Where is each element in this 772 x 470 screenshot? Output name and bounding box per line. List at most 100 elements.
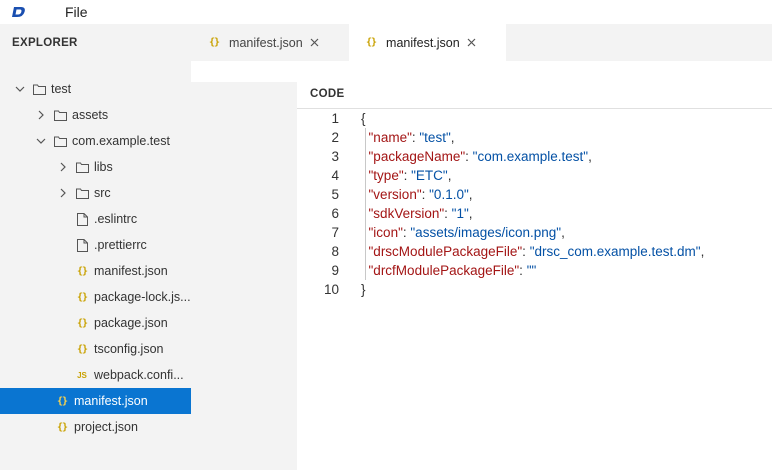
code-line: "version": "0.1.0",: [361, 185, 704, 204]
chevron-right-icon: [35, 109, 47, 121]
tree-file-webpack-config[interactable]: JS webpack.confi...: [0, 362, 191, 388]
tree-item-label: com.example.test: [72, 134, 170, 148]
json-punctuation: ,: [450, 130, 455, 145]
tab-label: manifest.json: [386, 35, 460, 50]
folder-icon: [32, 82, 46, 96]
tab-manifest-json-2[interactable]: {} manifest.json: [349, 24, 506, 61]
json-file-icon: {}: [76, 317, 88, 329]
editor-tab-bar: {} manifest.json {} manifest.json: [191, 24, 772, 61]
json-punctuation: [361, 206, 369, 221]
code-line: "packageName": "com.example.test",: [361, 147, 704, 166]
json-value: "com.example.test": [472, 149, 589, 164]
code-line: {: [361, 109, 704, 128]
tree-item-label: package.json: [94, 316, 168, 330]
explorer-title: EXPLORER: [12, 37, 78, 49]
chevron-down-icon: [14, 83, 26, 95]
tree-folder-src[interactable]: src: [0, 180, 191, 206]
code-line: "icon": "assets/images/icon.png",: [361, 223, 704, 242]
tree-file-package-json[interactable]: {} package.json: [0, 310, 191, 336]
folder-icon: [75, 186, 89, 200]
code-line: "name": "test",: [361, 128, 704, 147]
close-icon[interactable]: [309, 37, 321, 49]
json-key: "drscModulePackageFile": [368, 244, 523, 259]
tree-file-manifest-json-root[interactable]: {} manifest.json: [0, 388, 191, 414]
tree-file-project-json[interactable]: {} project.json: [0, 414, 191, 440]
chevron-down-icon: [35, 135, 47, 147]
json-key: "sdkVersion": [368, 206, 445, 221]
json-punctuation: }: [361, 282, 366, 297]
code-line: "drscModulePackageFile": "drsc_com.examp…: [361, 242, 705, 261]
json-file-icon: {}: [76, 265, 88, 277]
tree-item-label: test: [51, 82, 72, 96]
json-punctuation: ,: [447, 168, 452, 183]
line-number: 1: [331, 111, 339, 126]
json-punctuation: :: [519, 263, 527, 278]
json-key: "packageName": [368, 149, 466, 164]
json-value: "1": [451, 206, 469, 221]
json-file-icon: {}: [366, 37, 377, 48]
code-line: "drcfModulePackageFile": "": [361, 261, 704, 280]
folder-icon: [53, 108, 67, 122]
menu-bar: File: [0, 0, 772, 24]
file-menu[interactable]: File: [61, 4, 92, 20]
tree-item-label: src: [94, 186, 111, 200]
chevron-right-icon: [57, 161, 69, 173]
json-key: "version": [368, 187, 422, 202]
json-file-icon: {}: [209, 37, 220, 48]
file-icon: [75, 238, 89, 252]
tree-folder-assets[interactable]: assets: [0, 102, 191, 128]
json-punctuation: ,: [468, 187, 473, 202]
json-punctuation: [361, 149, 369, 164]
line-number: 9: [331, 263, 339, 278]
line-number: 5: [331, 187, 339, 202]
tree-folder-test[interactable]: test: [0, 76, 191, 102]
json-file-icon: {}: [76, 343, 88, 355]
json-punctuation: :: [522, 244, 530, 259]
close-icon[interactable]: [466, 37, 478, 49]
tree-item-label: manifest.json: [74, 394, 148, 408]
tree-file-package-lock-json[interactable]: {} package-lock.js...: [0, 284, 191, 310]
json-punctuation: ,: [561, 225, 565, 240]
tab-manifest-json-1[interactable]: {} manifest.json: [191, 24, 349, 61]
chevron-right-icon: [57, 187, 69, 199]
line-number: 3: [331, 149, 339, 164]
json-value: "assets/images/icon.png": [410, 225, 562, 240]
line-number: 10: [323, 282, 339, 297]
json-value: "test": [419, 130, 451, 145]
code-editor[interactable]: CODE 1 2 3 4 5 6 7 8 9 10 { "name": "test", "pack…: [297, 82, 772, 470]
tree-file-prettierrc[interactable]: .prettierrc: [0, 232, 191, 258]
json-key: "type": [368, 168, 404, 183]
tree-item-label: .eslintrc: [94, 212, 138, 226]
json-key: "icon": [368, 225, 403, 240]
json-key: "drcfModulePackageFile": [368, 263, 520, 278]
line-number: 2: [331, 130, 339, 145]
tree-item-label: manifest.json: [94, 264, 168, 278]
tree-item-label: .prettierrc: [94, 238, 147, 252]
editor-toolbar-strip: [191, 61, 772, 82]
json-value: "0.1.0": [429, 187, 469, 202]
tree-file-tsconfig-json[interactable]: {} tsconfig.json: [0, 336, 191, 362]
code-line: }: [361, 280, 704, 299]
json-file-icon: {}: [56, 421, 68, 433]
json-punctuation: [361, 168, 369, 183]
json-file-icon: {}: [56, 395, 68, 407]
tree-item-label: webpack.confi...: [94, 368, 184, 382]
json-punctuation: :: [444, 206, 452, 221]
folder-icon: [53, 134, 67, 148]
line-number: 7: [331, 225, 339, 240]
json-value: "drsc_com.example.test.dm": [529, 244, 701, 259]
tree-item-label: project.json: [74, 420, 138, 434]
json-punctuation: {: [361, 111, 366, 126]
line-number: 6: [331, 206, 339, 221]
code-content[interactable]: { "name": "test", "packageName": "com.ex…: [361, 109, 704, 299]
json-punctuation: ,: [468, 206, 473, 221]
code-line: "sdkVersion": "1",: [361, 204, 704, 223]
file-icon: [75, 212, 89, 226]
tree-item-label: package-lock.js...: [94, 290, 191, 304]
tree-file-manifest-json[interactable]: {} manifest.json: [0, 258, 191, 284]
tree-file-eslintrc[interactable]: .eslintrc: [0, 206, 191, 232]
app-logo-icon: [0, 0, 38, 24]
json-punctuation: [361, 263, 369, 278]
tree-folder-com-example-test[interactable]: com.example.test: [0, 128, 191, 154]
tree-folder-libs[interactable]: libs: [0, 154, 191, 180]
